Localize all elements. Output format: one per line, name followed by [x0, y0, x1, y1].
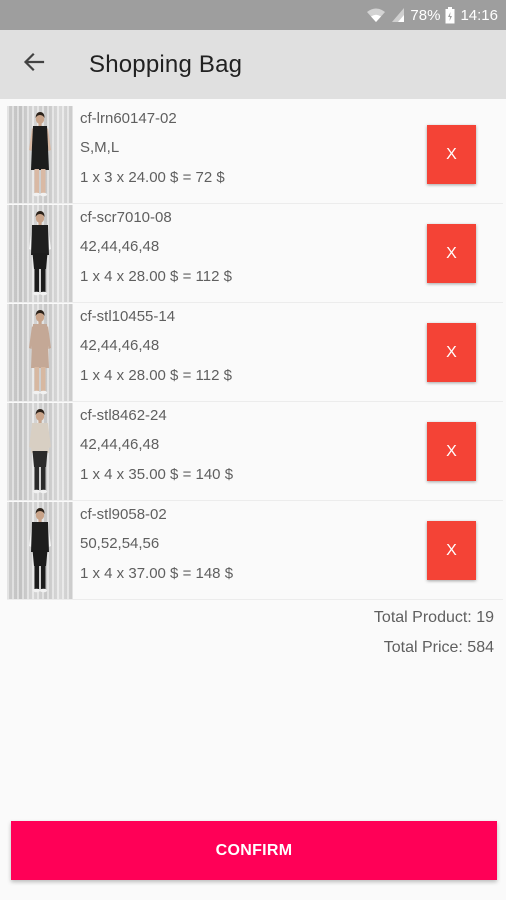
product-sizes: 42,44,46,48	[80, 436, 160, 453]
product-code: cf-stl9058-02	[80, 506, 167, 523]
model-silhouette	[29, 112, 51, 197]
cart-item: cf-lrn60147-02 S,M,L 1 x 3 x 24.00 $ = 7…	[7, 105, 503, 204]
battery-icon	[445, 6, 455, 24]
remove-item-button[interactable]: X	[427, 521, 476, 580]
confirm-button[interactable]: CONFIRM	[11, 821, 497, 880]
product-code: cf-scr7010-08	[80, 209, 172, 226]
product-image[interactable]	[7, 106, 73, 203]
model-silhouette	[29, 508, 51, 593]
status-bar: 78% 14:16	[0, 0, 506, 30]
model-silhouette	[29, 310, 51, 395]
remove-item-button[interactable]: X	[427, 323, 476, 382]
product-sizes: S,M,L	[80, 139, 120, 156]
product-price-calc: 1 x 4 x 28.00 $ = 112 $	[80, 367, 232, 384]
arrow-left-icon	[23, 51, 45, 78]
product-code: cf-stl8462-24	[80, 407, 167, 424]
product-image[interactable]	[7, 304, 73, 401]
product-image[interactable]	[7, 205, 73, 302]
back-button[interactable]	[0, 30, 64, 99]
product-image[interactable]	[7, 403, 73, 500]
page-title: Shopping Bag	[89, 50, 243, 78]
product-price-calc: 1 x 3 x 24.00 $ = 72 $	[80, 169, 225, 186]
remove-item-button[interactable]: X	[427, 125, 476, 184]
product-price-calc: 1 x 4 x 35.00 $ = 140 $	[80, 466, 234, 483]
cart-item: cf-stl8462-24 42,44,46,48 1 x 4 x 35.00 …	[7, 402, 503, 501]
remove-item-button[interactable]: X	[427, 422, 476, 481]
signal-icon	[391, 7, 405, 23]
product-sizes: 42,44,46,48	[80, 337, 160, 354]
app-bar: Shopping Bag	[0, 30, 506, 99]
battery-percent: 78%	[410, 6, 441, 24]
cart-item: cf-stl10455-14 42,44,46,48 1 x 4 x 28.00…	[7, 303, 503, 402]
cart-item: cf-stl9058-02 50,52,54,56 1 x 4 x 37.00 …	[7, 501, 503, 600]
cart-list: cf-lrn60147-02 S,M,L 1 x 3 x 24.00 $ = 7…	[7, 105, 503, 600]
product-sizes: 50,52,54,56	[80, 535, 160, 552]
product-code: cf-stl10455-14	[80, 308, 176, 325]
model-silhouette	[29, 409, 51, 494]
product-price-calc: 1 x 4 x 28.00 $ = 112 $	[80, 268, 232, 285]
product-image[interactable]	[7, 502, 73, 599]
product-sizes: 42,44,46,48	[80, 238, 160, 255]
model-silhouette	[29, 211, 51, 296]
cart-totals: Total Product: 19 Total Price: 584	[374, 608, 494, 668]
product-price-calc: 1 x 4 x 37.00 $ = 148 $	[80, 565, 234, 582]
remove-item-button[interactable]: X	[427, 224, 476, 283]
clock: 14:16	[460, 6, 498, 24]
total-price: Total Price: 584	[383, 639, 494, 656]
total-product: Total Product: 19	[373, 609, 494, 626]
cart-item: cf-scr7010-08 42,44,46,48 1 x 4 x 28.00 …	[7, 204, 503, 303]
product-code: cf-lrn60147-02	[80, 110, 177, 127]
wifi-icon	[366, 7, 386, 23]
